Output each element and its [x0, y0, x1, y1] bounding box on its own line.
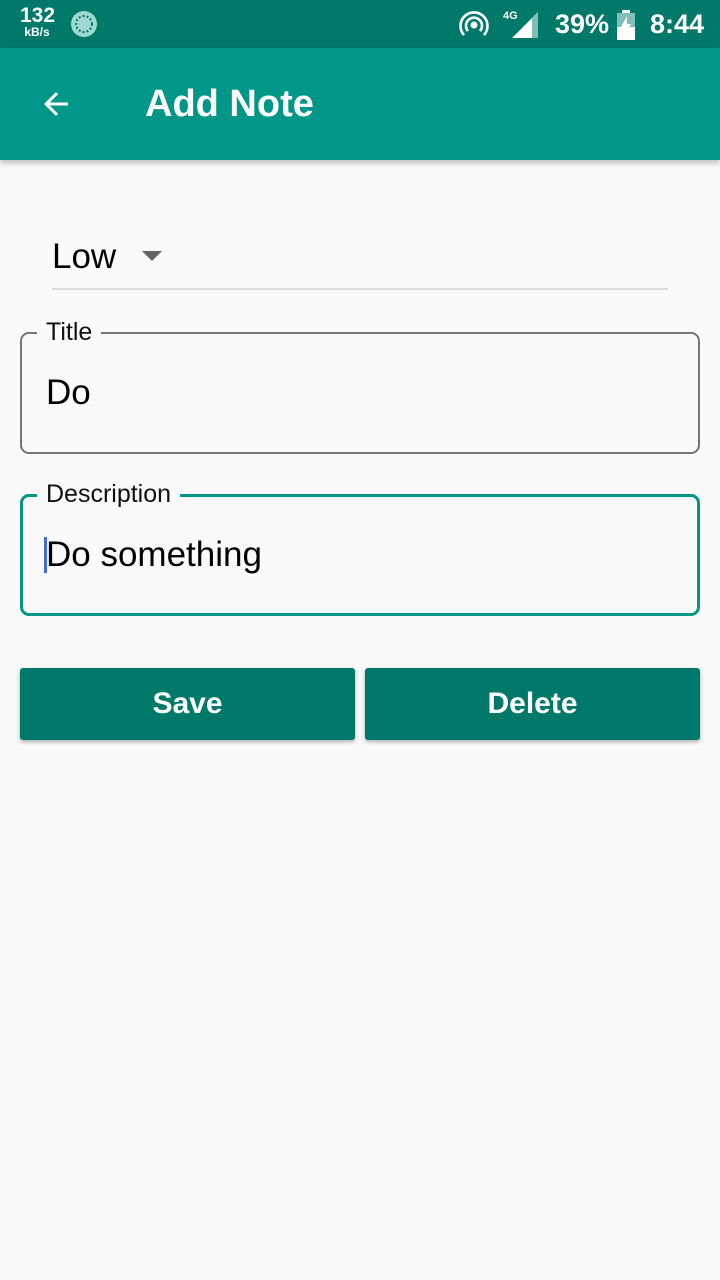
network-speed-value: 132: [20, 4, 56, 27]
battery-charging-icon: [617, 10, 635, 40]
description-field[interactable]: Description Do something: [20, 479, 700, 616]
network-speed-unit: kB/s: [24, 25, 50, 39]
network-type-label: 4G: [503, 10, 518, 22]
arrow-back-icon: [44, 92, 68, 116]
title-field[interactable]: Title Do: [20, 317, 700, 454]
title-input[interactable]: Do: [46, 372, 91, 414]
priority-dropdown[interactable]: Low: [52, 232, 668, 290]
network-speed: 132 kB/s: [20, 4, 56, 39]
app-bar: Add Note: [0, 48, 720, 160]
dropdown-caret-icon: [142, 251, 162, 261]
status-bar: 132 kB/s 4G 39% 8:44: [0, 0, 720, 48]
battery-percent: 39%: [555, 9, 610, 39]
sync-icon: [71, 11, 97, 37]
signal-icon: 4G: [503, 10, 538, 38]
clock: 8:44: [650, 9, 705, 39]
priority-selected-value: Low: [52, 237, 117, 276]
save-button[interactable]: Save: [20, 668, 355, 740]
delete-button[interactable]: Delete: [365, 668, 700, 740]
hotspot-icon: [459, 11, 489, 36]
page-title: Add Note: [145, 83, 314, 125]
description-input[interactable]: Do something: [46, 534, 262, 576]
title-field-label: Title: [37, 317, 102, 347]
description-field-label: Description: [37, 479, 181, 509]
back-button[interactable]: [20, 68, 92, 140]
